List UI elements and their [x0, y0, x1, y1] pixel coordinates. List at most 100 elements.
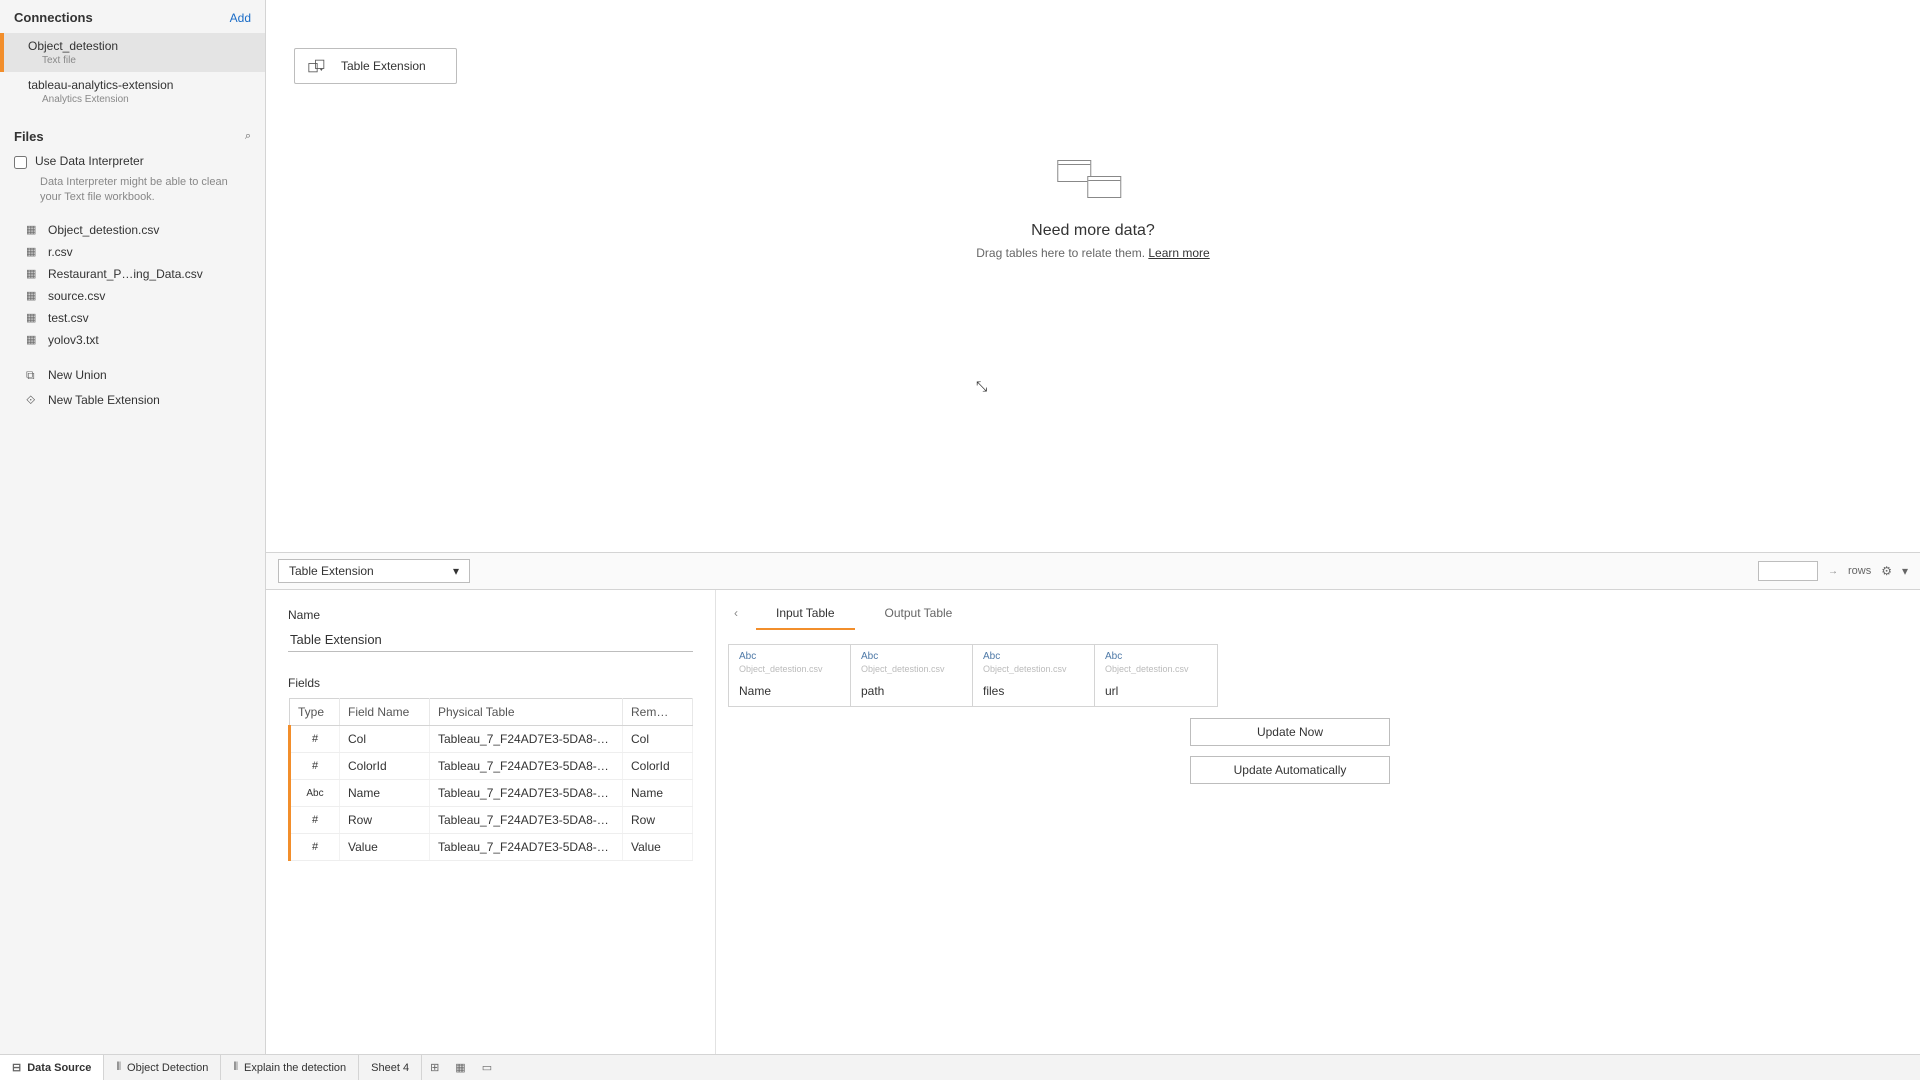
tab-sheet-4[interactable]: Sheet 4	[359, 1055, 422, 1080]
field-type-icon: #	[290, 753, 340, 780]
file-item[interactable]: ▦ Restaurant_P…ing_Data.csv	[0, 263, 265, 285]
file-item[interactable]: ▦source.csv	[0, 285, 265, 307]
col-type[interactable]: Type	[290, 699, 340, 726]
table-icon: ▦	[26, 267, 38, 280]
fields-label: Fields	[288, 676, 693, 690]
cursor-icon: ⤡	[976, 378, 987, 395]
data-source-icon: ⊟	[12, 1061, 21, 1074]
col-physical-table[interactable]: Physical Table	[430, 699, 623, 726]
column-name: files	[983, 684, 1084, 698]
field-remote-name: Value	[623, 834, 693, 861]
field-remote-name: Name	[623, 780, 693, 807]
table-icon: ▦	[26, 333, 38, 346]
column-source: Object_detestion.csv	[739, 664, 840, 674]
relationship-canvas[interactable]: Table Extension Need more data? Drag tab…	[266, 0, 1920, 552]
column-source: Object_detestion.csv	[983, 664, 1084, 674]
data-interpreter-checkbox[interactable]	[14, 156, 27, 169]
field-remote-name: Row	[623, 807, 693, 834]
file-name: Object_detestion.csv	[48, 223, 159, 237]
io-pane: ‹ Input Table Output Table Abc Object_det…	[716, 590, 1920, 721]
placeholder-subtitle: Drag tables here to relate them. Learn m…	[976, 246, 1209, 260]
new-worksheet-button[interactable]: ⊞	[422, 1061, 447, 1074]
files-title: Files	[14, 129, 44, 144]
new-dashboard-button[interactable]: ▦	[447, 1061, 473, 1074]
tab-object-detection[interactable]: ⫴Object Detection	[104, 1055, 221, 1080]
search-files-icon[interactable]: ⌕	[245, 130, 251, 143]
field-type-icon: #	[290, 807, 340, 834]
col-field-name[interactable]: Field Name	[340, 699, 430, 726]
metadata-pane: Name Fields Type Field Name Physical Tab…	[266, 590, 716, 1054]
add-connection-link[interactable]: Add	[230, 11, 251, 25]
update-now-button[interactable]: Update Now	[1190, 718, 1390, 746]
file-item[interactable]: ▦r.csv	[0, 241, 265, 263]
field-physical-table: Tableau_7_F24AD7E3-5DA8-…	[430, 753, 623, 780]
column-name: url	[1105, 684, 1207, 698]
fields-table: Type Field Name Physical Table Rem… #Col…	[288, 698, 693, 861]
connection-type: Analytics Extension	[42, 94, 251, 105]
field-physical-table: Tableau_7_F24AD7E3-5DA8-…	[430, 834, 623, 861]
learn-more-link[interactable]: Learn more	[1148, 246, 1209, 260]
field-type-icon: #	[290, 834, 340, 861]
file-item[interactable]: ▦ Object_detestion.csv	[0, 219, 265, 241]
tab-explain-detection[interactable]: ⫴Explain the detection	[221, 1055, 359, 1080]
table-selector-dropdown[interactable]: Table Extension ▾	[278, 559, 470, 583]
canvas-placeholder: Need more data? Drag tables here to rela…	[976, 160, 1209, 260]
connections-title: Connections	[14, 10, 93, 25]
arrow-right-icon: →	[1828, 566, 1838, 577]
chevron-down-icon: ▾	[453, 564, 459, 578]
name-label: Name	[288, 608, 693, 622]
sheet-tab-bar: ⊟Data Source ⫴Object Detection ⫴Explain …	[0, 1054, 1920, 1080]
placeholder-title: Need more data?	[976, 222, 1209, 240]
pill-label: Table Extension	[341, 59, 426, 73]
field-row[interactable]: #RowTableau_7_F24AD7E3-5DA8-…Row	[290, 807, 693, 834]
column-source: Object_detestion.csv	[1105, 664, 1207, 674]
connection-item-object-detestion[interactable]: Object_detestion Text file	[0, 33, 265, 72]
file-item[interactable]: ▦test.csv	[0, 307, 265, 329]
input-column[interactable]: AbcObject_detestion.csvpath	[851, 645, 973, 706]
relate-tables-icon	[1057, 160, 1129, 208]
update-automatically-button[interactable]: Update Automatically	[1190, 756, 1390, 784]
file-name: Restaurant_P…ing_Data.csv	[48, 267, 203, 281]
settings-icon[interactable]: ⚙	[1881, 564, 1892, 578]
table-extension-pill[interactable]: Table Extension	[294, 48, 457, 84]
file-item[interactable]: ▦ yolov3.txt	[0, 329, 265, 351]
expand-icon[interactable]: ▾	[1902, 564, 1908, 578]
column-name: Name	[739, 684, 840, 698]
connections-sidebar: Connections Add Object_detestion Text fi…	[0, 0, 266, 1054]
input-column[interactable]: Abc Object_detestion.csvurl	[1095, 645, 1217, 706]
input-columns: Abc Object_detestion.csv Name Abc Object_det…	[728, 644, 1218, 707]
table-icon: ▦	[26, 223, 38, 236]
col-remote[interactable]: Rem…	[623, 699, 693, 726]
connections-list: Object_detestion Text file tableau-analy…	[0, 33, 265, 111]
table-extension-icon	[307, 57, 329, 75]
tab-data-source[interactable]: ⊟Data Source	[0, 1055, 104, 1080]
input-column[interactable]: AbcObject_detestion.csvName	[729, 645, 851, 706]
new-story-button[interactable]: ▭	[474, 1061, 500, 1074]
field-row[interactable]: #ColorIdTableau_7_F24AD7E3-5DA8-…ColorId	[290, 753, 693, 780]
field-row[interactable]: #ValueTableau_7_F24AD7E3-5DA8-…Value	[290, 834, 693, 861]
connection-type: Text file	[42, 55, 251, 66]
column-type-icon: Abc	[861, 651, 962, 662]
table-icon: ▦	[26, 311, 38, 324]
tab-output-table[interactable]: Output Table	[865, 596, 973, 630]
rows-input[interactable]	[1758, 561, 1818, 581]
tab-input-table[interactable]: Input Table	[756, 596, 855, 630]
input-column[interactable]: AbcObject_detestion.csvfiles	[973, 645, 1095, 706]
rows-label: rows	[1848, 565, 1871, 577]
table-name-input[interactable]	[288, 628, 693, 652]
new-union-button[interactable]: ⧉New Union	[0, 363, 265, 388]
new-table-extension-button[interactable]: ⟐New Table Extension	[0, 388, 265, 413]
column-type-icon: Abc	[1105, 651, 1207, 662]
column-source: Object_detestion.csv	[861, 664, 962, 674]
field-remote-name: Col	[623, 726, 693, 753]
collapse-io-icon[interactable]: ‹	[726, 602, 746, 624]
field-name: Row	[340, 807, 430, 834]
field-row[interactable]: AbcNameTableau_7_F24AD7E3-5DA8-…Name	[290, 780, 693, 807]
files-list: ▦ Object_detestion.csv ▦r.csv ▦ Restaurant…	[0, 215, 265, 355]
action-label: New Union	[48, 368, 107, 382]
field-name: Value	[340, 834, 430, 861]
field-name: Name	[340, 780, 430, 807]
field-row[interactable]: #ColTableau_7_F24AD7E3-5DA8-…Col	[290, 726, 693, 753]
file-name: yolov3.txt	[48, 333, 99, 347]
connection-item-analytics-extension[interactable]: tableau-analytics-extension Analytics Ex…	[0, 72, 265, 111]
